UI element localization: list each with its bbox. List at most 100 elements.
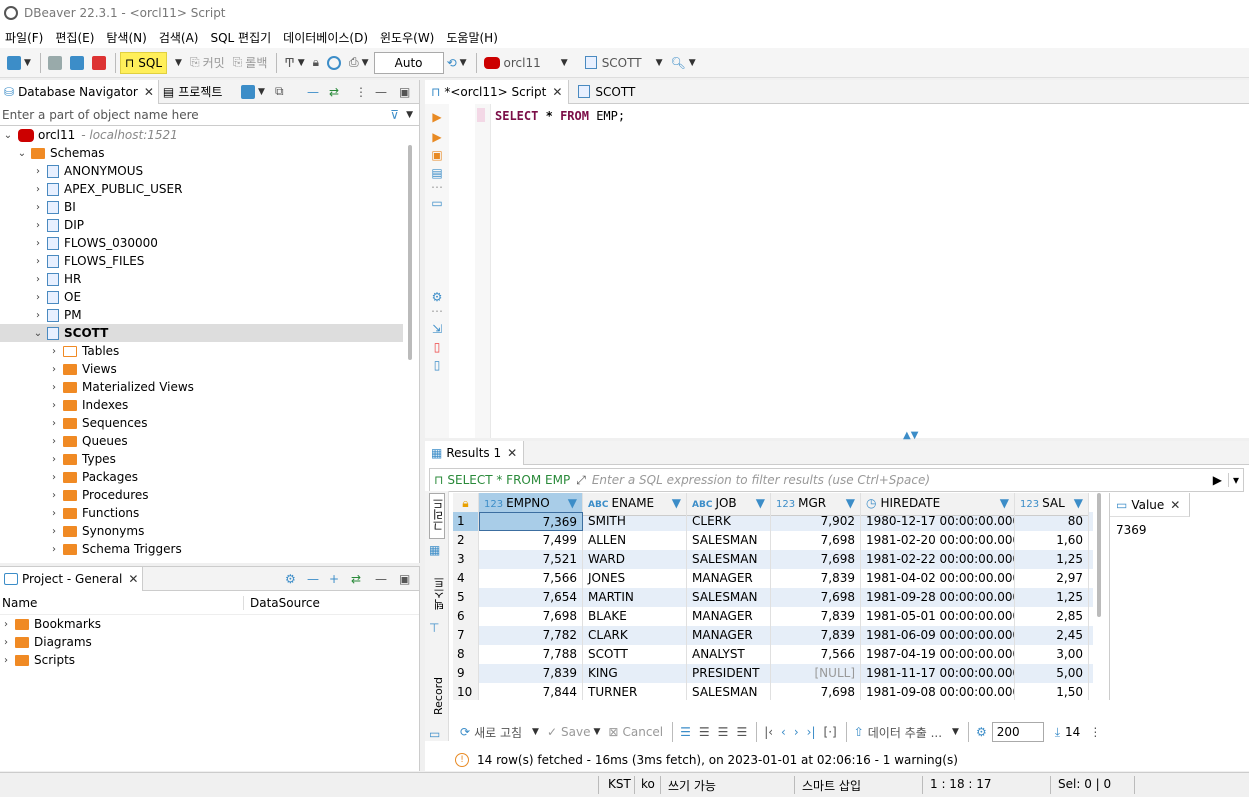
table-cell[interactable]: 80: [1015, 512, 1089, 531]
record-view-icon[interactable]: ▭: [429, 727, 440, 741]
chevron-right-icon[interactable]: ›: [48, 436, 60, 447]
tree-schema-scott[interactable]: ⌄ SCOTT: [0, 324, 403, 342]
tree-connection-orcl11[interactable]: ⌄ orcl11 - localhost:1521: [0, 126, 419, 144]
chevron-right-icon[interactable]: ›: [32, 310, 44, 321]
table-cell[interactable]: 1981-04-02 00:00:00.000: [861, 569, 1015, 588]
menu-sql-editor[interactable]: SQL 편집기: [205, 29, 276, 46]
chevron-right-icon[interactable]: ›: [0, 655, 12, 666]
table-cell[interactable]: 1981-06-09 00:00:00.000: [861, 626, 1015, 645]
connect-button[interactable]: [45, 52, 65, 74]
active-connection-selector[interactable]: orcl11 ▼: [481, 52, 571, 74]
text-view-tab[interactable]: 텍스트: [427, 577, 447, 621]
close-icon[interactable]: ✕: [1170, 498, 1180, 512]
tree-schema-item[interactable]: › FLOWS_FILES: [0, 252, 419, 270]
execute-new-tab-icon[interactable]: ▣: [425, 148, 449, 162]
menu-file[interactable]: 파일(F): [0, 29, 48, 46]
prev-page-icon[interactable]: ‹: [778, 721, 789, 743]
row-number[interactable]: 10: [453, 683, 479, 700]
table-row[interactable]: 1 7,369 SMITH CLERK 7,902 1980-12-17 00:00:00…: [453, 512, 1093, 531]
tree-functions-folder[interactable]: › Functions: [0, 504, 419, 522]
row-number[interactable]: 5: [453, 588, 479, 607]
tree-procedures-folder[interactable]: › Procedures: [0, 486, 419, 504]
table-cell[interactable]: 1981-02-22 00:00:00.000: [861, 550, 1015, 569]
table-cell[interactable]: 1981-11-17 00:00:00.000: [861, 664, 1015, 683]
table-cell[interactable]: SALESMAN: [687, 531, 771, 550]
terminal-icon[interactable]: ▭: [425, 196, 449, 210]
table-cell[interactable]: 1,50: [1015, 683, 1089, 700]
tree-queues-folder[interactable]: › Queues: [0, 432, 419, 450]
table-cell[interactable]: CLARK: [583, 626, 687, 645]
sql-dropdown[interactable]: ▼: [169, 52, 185, 74]
save-button[interactable]: ✓ Save ▼: [544, 721, 603, 743]
table-cell[interactable]: 7,839: [771, 569, 861, 588]
results-filter-input[interactable]: Enter a SQL expression to filter results…: [592, 473, 1207, 487]
chevron-right-icon[interactable]: ›: [48, 490, 60, 501]
tree-synonyms-folder[interactable]: › Synonyms: [0, 522, 419, 540]
commit-button[interactable]: ⎘ 커밋: [187, 52, 228, 74]
table-cell[interactable]: 1,25: [1015, 588, 1089, 607]
table-cell[interactable]: 7,698: [771, 531, 861, 550]
results-query-label[interactable]: SELECT * FROM EMP: [447, 473, 570, 487]
table-cell[interactable]: 2,85: [1015, 607, 1089, 626]
tab-project-general[interactable]: Project - General ✕: [0, 566, 144, 591]
view-menu-icon[interactable]: ⋮: [352, 81, 370, 103]
menu-navigate[interactable]: 탐색(N): [101, 29, 151, 46]
transaction-mode-button[interactable]: Ͳ ▼: [281, 52, 307, 74]
chevron-right-icon[interactable]: ›: [32, 166, 44, 177]
table-row[interactable]: 9 7,839 KING PRESIDENT [NULL] 1981-11-17 00:0…: [453, 664, 1093, 683]
gear-icon[interactable]: ⚙: [282, 568, 299, 590]
row-number[interactable]: 4: [453, 569, 479, 588]
table-cell[interactable]: 7,902: [771, 512, 861, 531]
copy-row-icon[interactable]: ☰: [715, 721, 732, 743]
table-cell[interactable]: 7,698: [771, 683, 861, 700]
sql-code[interactable]: SELECT * FROM EMP;: [495, 109, 625, 123]
project-item-bookmarks[interactable]: › Bookmarks: [0, 615, 419, 633]
rollback-button[interactable]: ⎘ 롤백: [230, 52, 271, 74]
tree-types-folder[interactable]: › Types: [0, 450, 419, 468]
dashboard-button[interactable]: [324, 52, 344, 74]
table-cell[interactable]: 7,698: [771, 550, 861, 569]
chevron-down-icon[interactable]: ⌄: [32, 328, 44, 339]
table-cell[interactable]: 2,45: [1015, 626, 1089, 645]
column-datasource-header[interactable]: DataSource: [244, 596, 320, 610]
table-row[interactable]: 10 7,844 TURNER SALESMAN 7,698 1981-09-08 00:…: [453, 683, 1093, 700]
menu-edit[interactable]: 편집(E): [50, 29, 99, 46]
navigator-filter-input[interactable]: Enter a part of object name here: [2, 108, 390, 122]
tree-schema-item[interactable]: › BI: [0, 198, 419, 216]
gear-icon[interactable]: ⚙: [973, 721, 990, 743]
table-cell[interactable]: SCOTT: [583, 645, 687, 664]
maximize-icon[interactable]: ▣: [396, 568, 413, 590]
link-icon[interactable]: ⇄: [348, 568, 364, 590]
chevron-right-icon[interactable]: ›: [48, 400, 60, 411]
add-row-icon[interactable]: ☰: [696, 721, 713, 743]
chevron-right-icon[interactable]: ›: [32, 256, 44, 267]
table-row[interactable]: 5 7,654 MARTIN SALESMAN 7,698 1981-09-28 00:0…: [453, 588, 1093, 607]
menu-help[interactable]: 도움말(H): [441, 29, 503, 46]
table-cell[interactable]: 7,499: [479, 531, 583, 550]
edit-row-icon[interactable]: ☰: [677, 721, 694, 743]
last-page-icon[interactable]: ›|: [804, 721, 819, 743]
grid-view-tab[interactable]: 그리드: [429, 493, 445, 539]
table-cell[interactable]: MANAGER: [687, 569, 771, 588]
search-button[interactable]: 🔍︎ ▼: [668, 52, 699, 74]
table-cell[interactable]: 1981-05-01 00:00:00.000: [861, 607, 1015, 626]
tree-packages-folder[interactable]: › Packages: [0, 468, 419, 486]
reconnect-button[interactable]: [67, 52, 87, 74]
export-icon[interactable]: ⇲: [425, 322, 449, 336]
project-item-scripts[interactable]: › Scripts: [0, 651, 419, 669]
table-cell[interactable]: 1981-02-20 00:00:00.000: [861, 531, 1015, 550]
table-cell[interactable]: ALLEN: [583, 531, 687, 550]
menu-window[interactable]: 윈도우(W): [375, 29, 439, 46]
chevron-right-icon[interactable]: ›: [48, 508, 60, 519]
tree-sequences-folder[interactable]: › Sequences: [0, 414, 419, 432]
table-cell[interactable]: SALESMAN: [687, 588, 771, 607]
sql-editor-button[interactable]: ⊓ SQL: [119, 51, 168, 74]
maximize-icon[interactable]: ▣: [396, 81, 413, 103]
grid-scrollbar[interactable]: [1097, 493, 1101, 617]
panel-toggle-icon[interactable]: ▲▼: [903, 430, 918, 441]
value-panel-tab[interactable]: ▭ Value ✕: [1110, 493, 1190, 517]
row-number[interactable]: 2: [453, 531, 479, 550]
row-number[interactable]: 8: [453, 645, 479, 664]
table-row[interactable]: 2 7,499 ALLEN SALESMAN 7,698 1981-02-20 00:00…: [453, 531, 1093, 550]
tree-schema-triggers-folder[interactable]: › Schema Triggers: [0, 540, 419, 558]
